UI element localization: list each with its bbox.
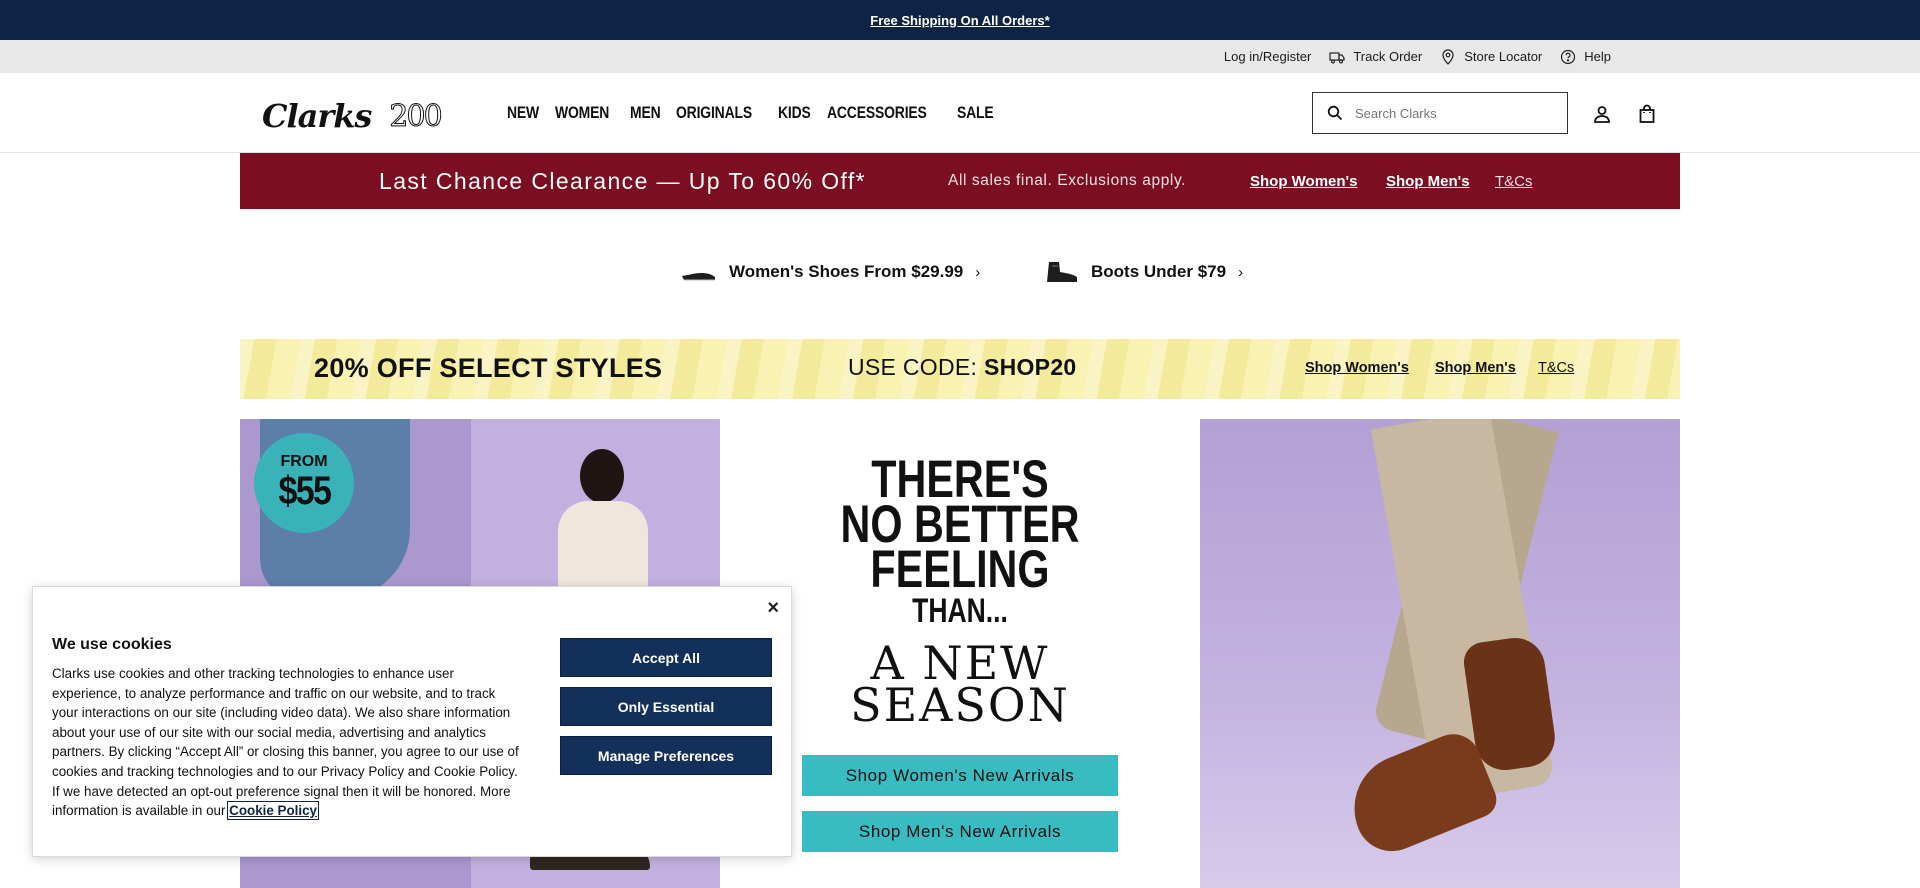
account-icon[interactable] (1592, 104, 1612, 124)
nav-accessories[interactable]: ACCESSORIES (827, 103, 927, 123)
shopping-bag-icon[interactable] (1637, 104, 1657, 124)
headline-line-6: SEASON (850, 678, 1070, 732)
chevron-right-icon: › (975, 263, 981, 281)
search-box[interactable] (1312, 92, 1568, 134)
nav-men[interactable]: MEN (630, 103, 661, 123)
free-shipping-link[interactable]: Free Shipping On All Orders* (870, 13, 1049, 28)
cookie-body-text: Clarks use cookies and other tracking te… (52, 666, 519, 819)
store-locator-label: Store Locator (1464, 49, 1543, 64)
boots-promo[interactable]: Boots Under $79 › (1043, 260, 1243, 284)
primary-nav: NEW WOMEN MEN ORIGINALS KIDS ACCESSORIES… (507, 103, 994, 123)
price-badge: FROM $55 (254, 433, 354, 533)
search-icon (1327, 105, 1343, 121)
model-head (580, 449, 624, 503)
womens-shoes-promo-label: Women's Shoes From $29.99 (729, 262, 964, 281)
manage-preferences-button[interactable]: Manage Preferences (560, 736, 772, 775)
code-shop-men-link[interactable]: Shop Men's (1435, 360, 1516, 376)
clearance-banner: Last Chance Clearance — Up To 60% Off* A… (240, 153, 1680, 209)
discount-headline: 20% OFF SELECT STYLES (314, 353, 663, 383)
help-icon (1561, 49, 1576, 64)
store-locator-link[interactable]: Store Locator (1440, 48, 1543, 65)
cookie-title: We use cookies (52, 636, 172, 653)
cookie-policy-link[interactable]: Cookie Policy (227, 801, 319, 821)
help-link[interactable]: Help (1560, 49, 1611, 65)
login-label: Log in/Register (1223, 49, 1312, 64)
promo-code-text: USE CODE: SHOP20 (848, 354, 1077, 381)
clarks-200-logo[interactable]: Clarks 200 (262, 97, 443, 135)
boots-promo-label: Boots Under $79 (1091, 262, 1227, 281)
accept-all-button[interactable]: Accept All (560, 638, 772, 677)
clearance-title: Last Chance Clearance — Up To 60% Off* (379, 167, 867, 194)
help-label: Help (1584, 49, 1611, 64)
announcement-bar: Free Shipping On All Orders* (0, 0, 1920, 40)
clarks-wordmark: Clarks (262, 97, 372, 135)
clearance-shop-women-link[interactable]: Shop Women's (1250, 173, 1357, 190)
cookie-consent-dialog: × We use cookies Clarks use cookies and … (32, 586, 792, 857)
truck-icon (1329, 51, 1345, 64)
promo-code-band: 20% OFF SELECT STYLES USE CODE: SHOP20 S… (240, 339, 1680, 399)
womens-shoes-promo[interactable]: Women's Shoes From $29.99 › (681, 260, 980, 284)
price-badge-from: FROM (280, 453, 328, 470)
code-tcs-link[interactable]: T&Cs (1538, 360, 1574, 376)
clearance-shop-men-link[interactable]: Shop Men's (1386, 173, 1470, 190)
only-essential-button[interactable]: Only Essential (560, 687, 772, 726)
nav-women[interactable]: WOMEN (555, 103, 609, 123)
nav-originals[interactable]: ORIGINALS (676, 103, 752, 123)
code-shop-women-link[interactable]: Shop Women's (1305, 360, 1409, 376)
nav-sale[interactable]: SALE (957, 103, 994, 123)
clearance-tcs-link[interactable]: T&Cs (1495, 173, 1533, 190)
nav-kids[interactable]: KIDS (778, 103, 811, 123)
headline-line-3: FEELING (870, 540, 1050, 599)
hero-headline-panel: THERE'S NO BETTER FEELING THAN... A NEW … (720, 419, 1200, 888)
location-pin-icon (1442, 48, 1454, 65)
hero-men-image[interactable] (1200, 419, 1680, 888)
shop-women-new-arrivals-button[interactable]: Shop Women's New Arrivals (802, 755, 1118, 796)
promo-code-value: SHOP20 (983, 354, 1077, 380)
nav-new[interactable]: NEW (507, 103, 539, 123)
utility-bar: Log in/Register Track Order Store Locato… (0, 40, 1920, 73)
boot-thumbnail (1047, 262, 1077, 282)
anniversary-mark: 200 (389, 98, 443, 134)
promo-strip: Women's Shoes From $29.99 › Boots Under … (0, 250, 1920, 294)
track-order-label: Track Order (1353, 49, 1423, 64)
shop-men-new-arrivals-button[interactable]: Shop Men's New Arrivals (802, 811, 1118, 852)
track-order-link[interactable]: Track Order (1329, 49, 1422, 65)
womens-shoe-thumbnail (682, 273, 715, 281)
login-link[interactable]: Log in/Register (1224, 49, 1311, 64)
main-header: Clarks 200 NEW WOMEN MEN ORIGINALS KIDS … (0, 73, 1920, 153)
clearance-subtitle: All sales final. Exclusions apply. (948, 172, 1187, 189)
search-input[interactable] (1355, 105, 1545, 121)
headline-line-4: THAN... (912, 592, 1008, 630)
price-badge-value: $55 (278, 469, 331, 513)
close-icon[interactable]: × (767, 597, 779, 620)
chevron-right-icon: › (1238, 263, 1244, 281)
promo-code-label: USE CODE: (848, 354, 978, 380)
cookie-body: Clarks use cookies and other tracking te… (52, 664, 522, 821)
